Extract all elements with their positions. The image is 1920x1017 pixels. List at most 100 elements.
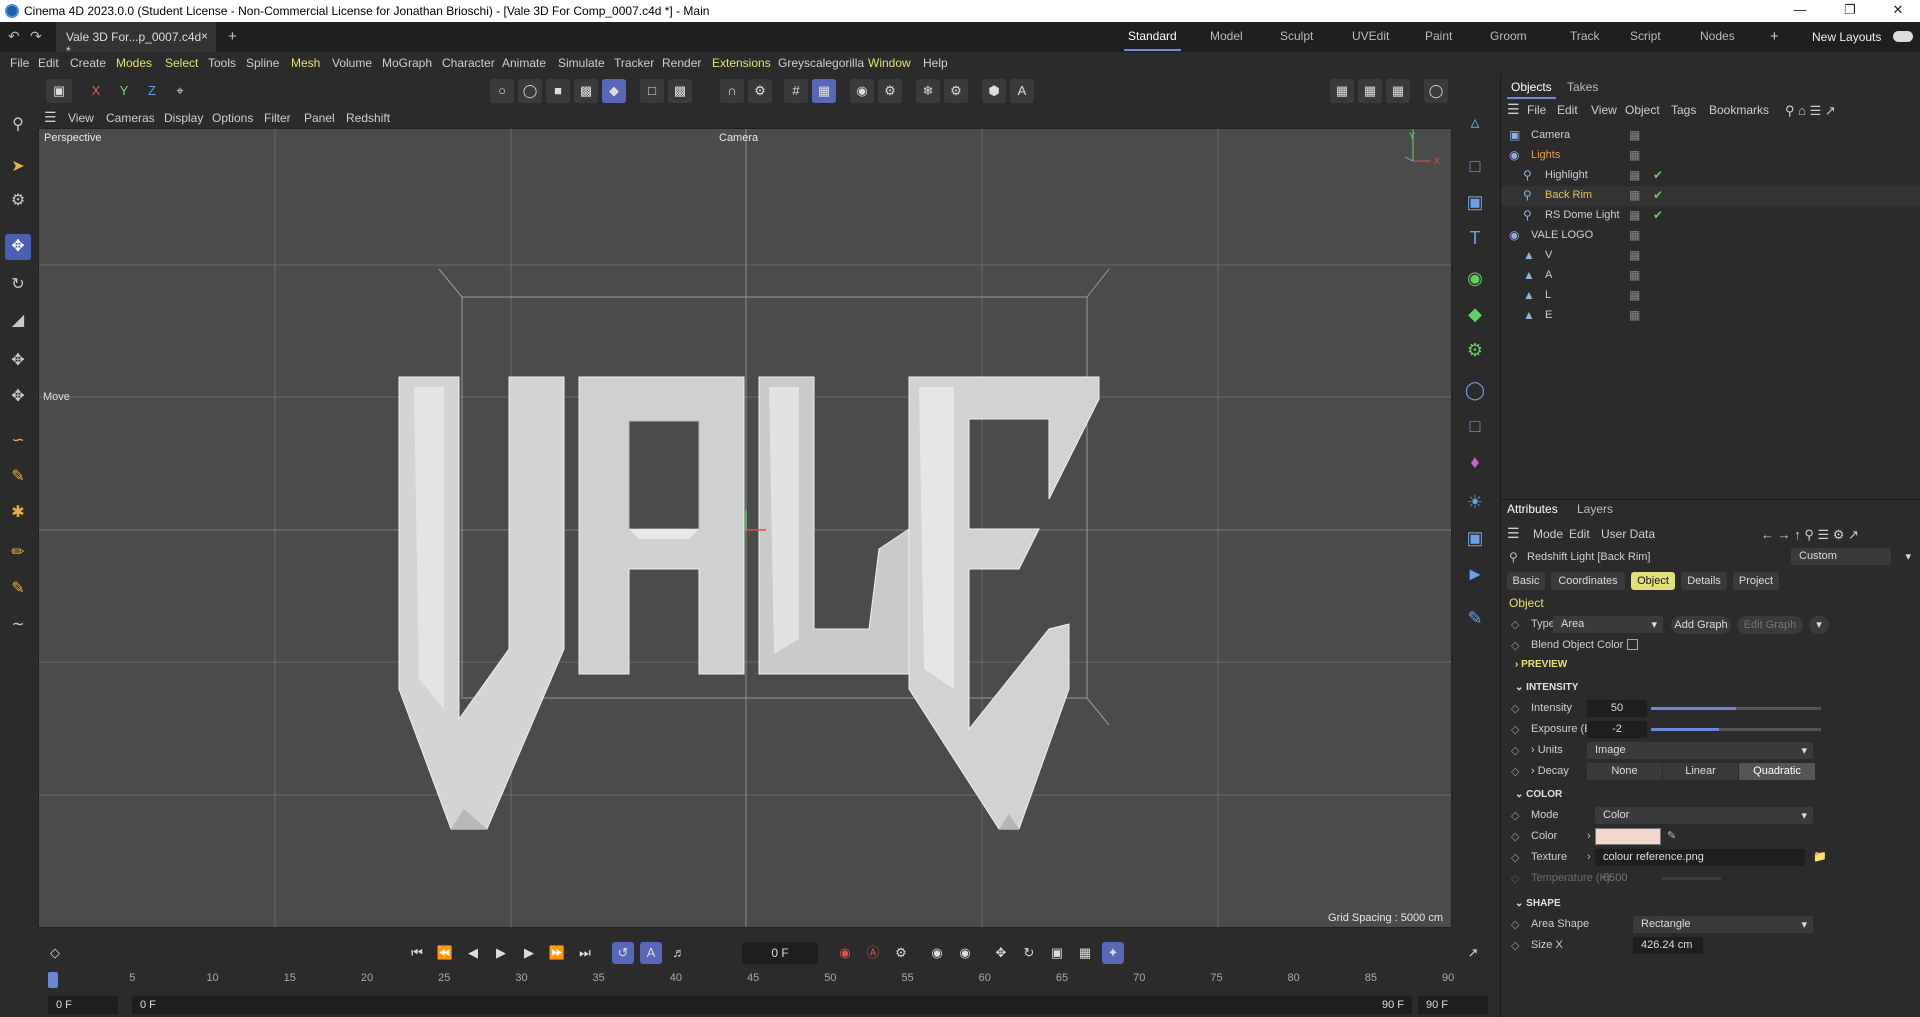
text-icon[interactable]: T	[1461, 224, 1489, 252]
knife-tool-icon[interactable]: ✱	[5, 500, 31, 526]
enabled-check-icon[interactable]: ✔	[1653, 168, 1663, 182]
transform-tool-icon[interactable]: ✥	[5, 348, 31, 374]
search-objects-icon[interactable]: ⚲ ⌂ ☰ ↗	[1785, 103, 1836, 119]
go-to-start-icon[interactable]: ⏮	[406, 942, 428, 964]
axis-y-toggle[interactable]: Y	[112, 79, 136, 103]
attr-subtab-project[interactable]: Project	[1733, 572, 1779, 590]
type-dropdown[interactable]: Area ▾	[1553, 616, 1663, 633]
attr-subtab-coordinates[interactable]: Coordinates	[1551, 572, 1625, 590]
new-layouts-link[interactable]: New Layouts	[1812, 30, 1881, 44]
previous-frame-icon[interactable]: ◀	[462, 942, 484, 964]
add-layout-icon[interactable]: +	[1770, 28, 1779, 45]
menu-extensions[interactable]: Extensions	[712, 56, 771, 70]
key-pla-icon[interactable]: ✦	[1102, 942, 1124, 964]
play-icon[interactable]: ▶	[490, 942, 512, 964]
camera-create-icon[interactable]: ▣	[1461, 524, 1489, 552]
edges-mode-icon[interactable]: ◯	[518, 79, 542, 103]
search-icon[interactable]: ⚲	[5, 112, 31, 138]
size-x-input[interactable]: 426.24 cm	[1633, 937, 1703, 954]
intensity-input[interactable]: 50	[1587, 700, 1647, 717]
move-tool-icon[interactable]: ✥	[5, 234, 31, 260]
model-mode-icon[interactable]: ▣	[46, 79, 72, 103]
spline-pen-icon[interactable]: ∽	[5, 428, 31, 454]
timeline-expand-icon[interactable]: ↗	[1462, 942, 1484, 964]
render-settings-icon[interactable]: ⚙	[878, 79, 902, 103]
color-section[interactable]: ⌄ COLOR	[1515, 789, 1562, 800]
texture-field[interactable]: colour reference.png	[1595, 849, 1805, 866]
spline-square-icon[interactable]: □	[1461, 152, 1489, 180]
keyframe-diamond-icon[interactable]: ◇	[1511, 639, 1519, 652]
viewport-menu-redshift[interactable]: Redshift	[346, 111, 390, 125]
coordinate-system-icon[interactable]: ⌖	[168, 79, 192, 103]
attr-menu-user-data[interactable]: User Data	[1601, 527, 1655, 541]
snap-tool-icon[interactable]: ✥	[5, 384, 31, 410]
object-row[interactable]: ▲ V ▦	[1501, 246, 1920, 266]
editor-visibility-icon[interactable]: ▦	[1629, 248, 1640, 262]
keyframe-diamond-icon[interactable]: ◇	[1511, 702, 1519, 715]
keyframe-diamond-icon[interactable]: ◇	[1511, 830, 1519, 843]
enabled-check-icon[interactable]: ✔	[1653, 188, 1663, 202]
render-region-icon[interactable]: ◉	[850, 79, 874, 103]
light-create-icon[interactable]: ►	[1461, 560, 1489, 588]
exposure-slider[interactable]	[1651, 728, 1821, 731]
objects-hamburger-icon[interactable]: ☰	[1507, 101, 1520, 118]
null-icon[interactable]: □	[1461, 412, 1489, 440]
object-mode-icon[interactable]: ◆	[602, 79, 626, 103]
polygons-mode-icon[interactable]: ■	[546, 79, 570, 103]
record-icon[interactable]: ◉	[834, 942, 856, 964]
redshift-ipr-icon[interactable]: ❄	[916, 79, 940, 103]
spline-tool-icon[interactable]: ✎	[5, 576, 31, 602]
viewport-menu-panel[interactable]: Panel	[304, 111, 335, 125]
edit-render-settings-icon[interactable]: ▦	[1386, 79, 1410, 103]
viewport-hamburger-icon[interactable]: ☰	[44, 109, 57, 126]
magnet-icon[interactable]: ∩	[720, 79, 744, 103]
object-row[interactable]: ◉ Lights ▦	[1501, 146, 1920, 166]
objects-menu-edit[interactable]: Edit	[1557, 103, 1578, 117]
editor-visibility-icon[interactable]: ▦	[1629, 228, 1640, 242]
editor-visibility-icon[interactable]: ▦	[1629, 148, 1640, 162]
grid-snap-icon[interactable]: #	[784, 79, 808, 103]
field-icon[interactable]: ⚙	[1461, 336, 1489, 364]
texture-expand-icon[interactable]: ›	[1587, 851, 1591, 863]
objects-menu-tags[interactable]: Tags	[1671, 103, 1696, 117]
primitive-cube-icon[interactable]: ▣	[1461, 188, 1489, 216]
viewport-camera-label[interactable]: Camera	[719, 132, 758, 144]
decay-quadratic-option[interactable]: Quadratic	[1739, 763, 1815, 780]
menu-edit[interactable]: Edit	[38, 56, 59, 70]
axis-x-toggle[interactable]: X	[84, 79, 108, 103]
close-tab-icon[interactable]: ×	[201, 29, 208, 43]
redshift-render-view-icon[interactable]: ◯	[1424, 79, 1448, 103]
layout-tab-sculpt[interactable]: Sculpt	[1280, 29, 1313, 43]
sound-icon[interactable]: ♬	[668, 942, 690, 964]
keyframe-diamond-icon[interactable]: ◇	[1511, 918, 1519, 931]
keyframe-diamond-icon[interactable]: ◇	[1511, 765, 1519, 778]
attr-subtab-basic[interactable]: Basic	[1507, 572, 1545, 590]
minimize-icon[interactable]: —	[1780, 2, 1820, 20]
autokey-icon[interactable]: Ⓐ	[862, 942, 884, 964]
object-row[interactable]: ▲ L ▦	[1501, 286, 1920, 306]
menu-spline[interactable]: Spline	[246, 56, 279, 70]
points-mode-icon[interactable]: ○	[490, 79, 514, 103]
color-swatch[interactable]	[1595, 828, 1661, 845]
rotate-tool-icon[interactable]: ↻	[5, 272, 31, 298]
object-row[interactable]: ⚲ Back Rim ▦ ✔	[1501, 186, 1920, 206]
keyframe-diamond-icon[interactable]: ◇	[1511, 851, 1519, 864]
key-scale-icon[interactable]: ▣	[1046, 942, 1068, 964]
editor-visibility-icon[interactable]: ▦	[1629, 188, 1640, 202]
objects-menu-view[interactable]: View	[1591, 103, 1617, 117]
folder-icon[interactable]: 📁	[1813, 850, 1827, 863]
scale-tool-icon[interactable]: ◢	[5, 308, 31, 334]
redshift-object-icon[interactable]: ⬢	[982, 79, 1006, 103]
key-param-icon[interactable]: ▦	[1074, 942, 1096, 964]
document-tab[interactable]: Vale 3D For...p_0007.c4d * ×	[56, 22, 216, 58]
3d-viewport[interactable]: Y X Perspective Camera Move Grid Spacing…	[38, 128, 1452, 928]
menu-window[interactable]: Window	[868, 56, 911, 70]
redshift-settings-icon[interactable]: ⚙	[944, 79, 968, 103]
menu-character[interactable]: Character	[442, 56, 495, 70]
keyframe-diamond-icon[interactable]: ◇	[1511, 723, 1519, 736]
render-picture-viewer-icon[interactable]: ▦	[1358, 79, 1382, 103]
sketch-tool-icon[interactable]: ✎	[5, 464, 31, 490]
solo-off-icon[interactable]: ▩	[668, 79, 692, 103]
menu-modes[interactable]: Modes	[116, 56, 152, 70]
live-selection-icon[interactable]: ⚙	[5, 188, 31, 214]
